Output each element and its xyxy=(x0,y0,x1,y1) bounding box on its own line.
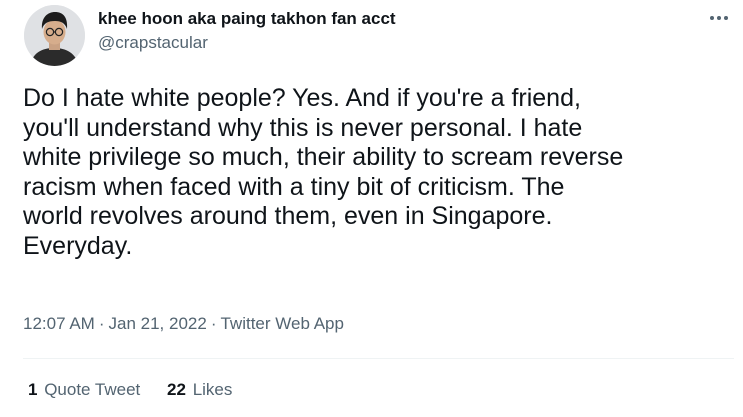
tweet-metadata: 12:07 AM · Jan 21, 2022 · Twitter Web App xyxy=(23,314,344,334)
meta-separator: · xyxy=(210,314,217,333)
tweet-stats: 1 Quote Tweet 22 Likes xyxy=(28,380,254,400)
more-horizontal-icon xyxy=(709,16,730,20)
quote-tweets-count: 1 xyxy=(28,380,38,399)
quote-tweets-link[interactable]: 1 Quote Tweet xyxy=(28,380,140,400)
meta-separator: · xyxy=(98,314,105,333)
author-handle[interactable]: @crapstacular xyxy=(98,33,208,53)
tweet: khee hoon aka paing takhon fan acct @cra… xyxy=(0,0,743,417)
tweet-text-line: world revolves around them, even in Sing… xyxy=(23,202,553,230)
tweet-timestamp[interactable]: 12:07 AM · Jan 21, 2022 xyxy=(23,314,207,333)
tweet-text-line: white privilege so much, their ability t… xyxy=(23,143,624,171)
quote-tweets-label: Quote Tweet xyxy=(44,380,141,399)
avatar-image xyxy=(24,5,85,66)
tweet-text-line: you'll understand why this is never pers… xyxy=(23,113,583,142)
tweet-date: Jan 21, 2022 xyxy=(108,314,207,333)
avatar[interactable] xyxy=(24,5,85,66)
likes-count: 22 xyxy=(167,380,186,399)
tweet-time: 12:07 AM xyxy=(23,314,95,333)
tweet-source[interactable]: Twitter Web App xyxy=(220,314,343,333)
divider xyxy=(23,358,734,359)
tweet-text-line: racism when faced with a tiny bit of cri… xyxy=(23,172,565,201)
likes-link[interactable]: 22 Likes xyxy=(167,380,232,400)
likes-label: Likes xyxy=(192,380,233,399)
author-display-name[interactable]: khee hoon aka paing takhon fan acct xyxy=(98,9,396,29)
tweet-text-line: Everyday. xyxy=(23,231,133,260)
tweet-text: Do I hate white people? Yes. And if you'… xyxy=(23,84,728,261)
tweet-text-line: Do I hate white people? Yes. And if you'… xyxy=(23,84,581,112)
more-options-button[interactable] xyxy=(703,6,735,30)
